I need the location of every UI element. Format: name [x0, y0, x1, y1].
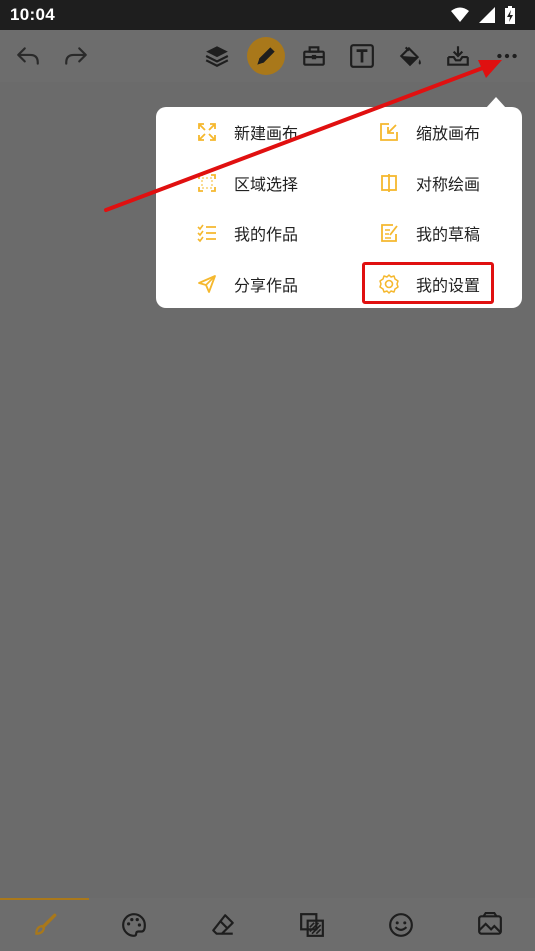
pencil-tool-button[interactable]: [247, 37, 285, 75]
menu-item-label: 对称绘画: [416, 175, 481, 194]
text-tool-button[interactable]: [344, 38, 380, 74]
redo-button[interactable]: [58, 38, 94, 74]
eraser-icon: [212, 914, 234, 935]
download-tray-icon: [447, 46, 469, 66]
resize-icon: [378, 121, 400, 143]
image-tab[interactable]: [475, 910, 505, 940]
top-toolbar: [0, 30, 535, 82]
more-dots-icon: [497, 53, 517, 59]
menu-item-label: 我的作品: [234, 225, 299, 244]
palette-icon: [122, 913, 146, 937]
battery-charging-icon: [505, 6, 515, 24]
sticker-tab[interactable]: [386, 910, 416, 940]
undo-icon: [17, 47, 39, 65]
wifi-icon: [451, 7, 469, 22]
import-button[interactable]: [440, 38, 476, 74]
palette-tab[interactable]: [119, 910, 149, 940]
settings-highlight-box: [362, 262, 494, 304]
menu-item-resize-canvas[interactable]: 缩放画布: [378, 112, 480, 152]
popup-caret: [486, 97, 506, 108]
menu-item-label: 缩放画布: [416, 124, 481, 143]
menu-item-my-drafts[interactable]: 我的草稿: [378, 213, 480, 253]
texture-tab[interactable]: [297, 910, 327, 940]
menu-item-area-select[interactable]: 区域选择: [196, 163, 298, 203]
select-area-icon: [196, 172, 218, 194]
brush-icon: [35, 913, 57, 935]
layers-button[interactable]: [199, 38, 235, 74]
bottom-toolbar: [0, 898, 535, 951]
expand-icon: [196, 121, 218, 143]
more-button[interactable]: [489, 38, 525, 74]
symmetry-icon: [378, 172, 400, 194]
undo-button[interactable]: [10, 38, 46, 74]
share-send-icon: [196, 273, 218, 295]
menu-item-new-canvas[interactable]: 新建画布: [196, 112, 298, 152]
status-bar: 10:04: [0, 0, 535, 30]
fill-bucket-button[interactable]: [392, 38, 428, 74]
toolbox-icon: [303, 46, 325, 66]
list-check-icon: [196, 222, 218, 244]
menu-item-symmetry-draw[interactable]: 对称绘画: [378, 163, 480, 203]
menu-item-label: 我的草稿: [416, 225, 481, 244]
signal-icon: [479, 7, 495, 23]
status-time: 10:04: [10, 5, 55, 24]
status-icons: [451, 6, 515, 24]
menu-item-my-works[interactable]: 我的作品: [196, 213, 298, 253]
paint-bucket-icon: [399, 46, 421, 67]
text-icon: [350, 44, 374, 68]
layers-icon: [205, 46, 229, 67]
menu-item-label: 区域选择: [234, 175, 299, 194]
menu-item-label: 新建画布: [234, 124, 299, 143]
redo-icon: [65, 47, 87, 65]
active-tab-indicator: [0, 898, 89, 900]
menu-item-share-works[interactable]: 分享作品: [196, 264, 298, 304]
brush-tab[interactable]: [30, 910, 60, 940]
toolbox-button[interactable]: [296, 38, 332, 74]
smiley-icon: [389, 913, 413, 937]
menu-item-label: 分享作品: [234, 276, 299, 295]
image-icon: [478, 912, 502, 935]
texture-layers-icon: [300, 913, 324, 937]
eraser-tab[interactable]: [208, 910, 238, 940]
draft-edit-icon: [378, 222, 400, 244]
pencil-icon: [257, 47, 275, 65]
